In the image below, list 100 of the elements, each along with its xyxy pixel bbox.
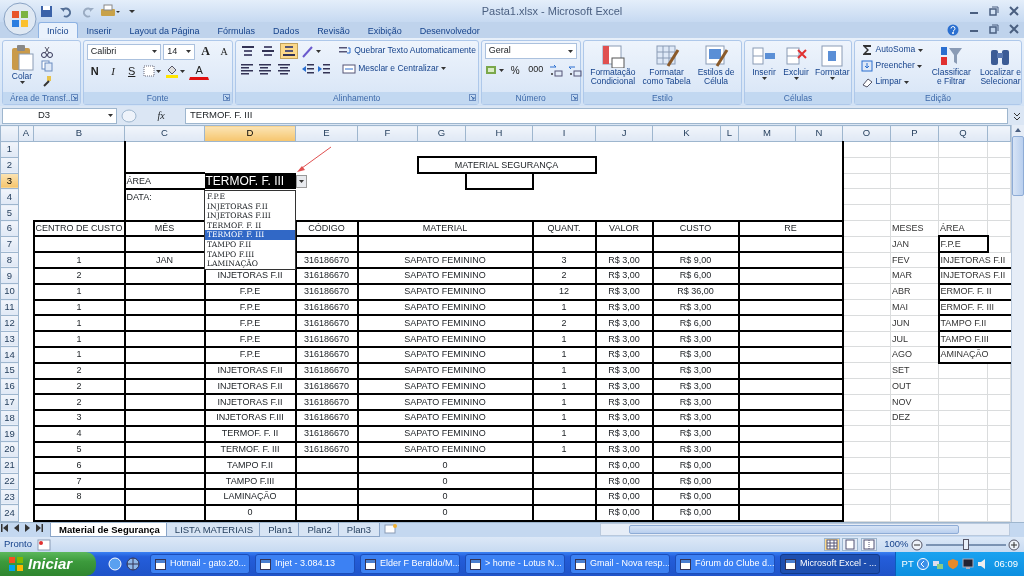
column-header[interactable]: B (33, 125, 125, 142)
taskbar-button[interactable]: Hotmail - gato.20... (150, 554, 250, 574)
expand-tray-icon[interactable] (916, 558, 929, 570)
column-header[interactable]: H (465, 125, 533, 142)
browser-icon[interactable] (108, 557, 122, 571)
column-header[interactable]: P (890, 125, 939, 142)
dropdown-button[interactable] (296, 175, 307, 188)
taskbar-button[interactable]: Gmail - Nova resp... (570, 554, 670, 574)
increase-decimal-icon[interactable] (548, 63, 565, 77)
brush-icon[interactable] (41, 74, 53, 87)
close-icon[interactable] (1009, 24, 1019, 34)
editing-button[interactable]: Limpar (858, 75, 926, 89)
column-header[interactable]: E (295, 125, 358, 142)
editing-menu-button[interactable]: Localizar e Selecionar (976, 43, 1024, 88)
borders-icon[interactable] (142, 64, 163, 78)
first-sheet-icon[interactable] (0, 523, 11, 535)
cells-button[interactable]: Formatar (812, 43, 853, 82)
currency-icon[interactable] (484, 63, 505, 77)
column-header[interactable]: M (738, 125, 796, 142)
macro-record-icon[interactable] (37, 538, 51, 551)
zoom-in-icon[interactable] (1008, 538, 1020, 551)
style-button[interactable]: Formatar como Tabela (639, 43, 694, 88)
taskbar-button[interactable]: Microsoft Excel - ... (780, 554, 880, 574)
increase-indent-icon[interactable] (317, 61, 332, 76)
vertical-scrollbar[interactable] (1011, 125, 1024, 522)
fill-color-icon[interactable] (164, 64, 187, 78)
restore-icon[interactable] (989, 24, 999, 34)
column-header[interactable]: N (795, 125, 843, 142)
cells-button[interactable]: Inserir (748, 43, 780, 82)
network-icon[interactable] (931, 558, 944, 570)
name-box[interactable]: D3 (2, 107, 117, 124)
style-button[interactable]: Formatação Condicional (587, 43, 639, 88)
column-header[interactable]: O (842, 125, 891, 142)
bold-button[interactable]: N (86, 62, 103, 80)
decrease-indent-icon[interactable] (300, 61, 315, 76)
cells-button[interactable]: Excluir (780, 43, 812, 82)
italic-button[interactable]: I (105, 62, 122, 80)
font-name-field[interactable]: Calibri (86, 43, 161, 60)
thousands-button[interactable]: 000 (525, 61, 546, 79)
ribbon-tab[interactable]: Exibição (358, 22, 411, 38)
view-button[interactable] (823, 538, 840, 551)
customize-icon[interactable] (129, 8, 135, 14)
view-button[interactable] (860, 538, 877, 551)
font-color-button[interactable]: A (189, 62, 210, 80)
scroll-thumb[interactable] (629, 525, 959, 534)
dialog-launcher-icon[interactable] (222, 94, 230, 101)
ribbon-tab[interactable]: Revisão (308, 22, 359, 38)
scroll-thumb[interactable] (1012, 136, 1024, 196)
last-sheet-icon[interactable] (33, 523, 44, 535)
help-icon[interactable] (947, 24, 959, 36)
column-header[interactable]: K (652, 125, 721, 142)
vertical-align-button[interactable] (279, 43, 298, 59)
taskbar-button[interactable]: > home - Lotus N... (465, 554, 565, 574)
start-button[interactable]: Iniciar (0, 552, 96, 576)
dialog-launcher-icon[interactable] (468, 94, 476, 101)
merge-center-button[interactable]: Mesclar e Centralizar (338, 61, 449, 76)
align-left-icon[interactable] (238, 61, 255, 76)
grow-font-button[interactable]: A (197, 43, 214, 60)
taskbar-button[interactable]: Elder F Beraldo/M... (360, 554, 460, 574)
ribbon-tab[interactable]: Layout da Página (120, 22, 209, 38)
shrink-font-button[interactable]: A (216, 43, 233, 60)
save-icon[interactable] (40, 4, 53, 18)
decrease-decimal-icon[interactable] (566, 63, 583, 77)
column-header[interactable]: D (204, 125, 296, 142)
dialog-launcher-icon[interactable] (570, 94, 578, 101)
underline-button[interactable]: S (123, 62, 140, 80)
column-header[interactable]: J (595, 125, 653, 142)
column-header[interactable]: F (357, 125, 418, 142)
restore-icon[interactable] (989, 6, 999, 16)
monitor-icon[interactable] (961, 558, 974, 570)
column-header[interactable]: Q (938, 125, 988, 142)
editing-menu-button[interactable]: Classificar e Filtrar (928, 43, 974, 88)
scissors-icon[interactable] (41, 45, 53, 58)
ribbon-tab[interactable]: Dados (264, 22, 309, 38)
ribbon-tab[interactable]: Fórmulas (208, 22, 265, 38)
printer-icon[interactable] (99, 4, 121, 18)
taskbar-button[interactable]: Fórum do Clube d... (675, 554, 775, 574)
column-header[interactable]: I (532, 125, 596, 142)
sheet-tab[interactable]: Material de Segurança (50, 523, 169, 537)
sheet-tab[interactable]: Plan2 (298, 523, 341, 537)
percent-button[interactable]: % (507, 61, 524, 79)
align-center-icon[interactable] (257, 61, 274, 76)
ribbon-tab[interactable]: Inserir (77, 22, 121, 38)
dialog-launcher-icon[interactable] (70, 94, 78, 101)
wrap-text-button[interactable]: Quebrar Texto Automaticamente (334, 44, 479, 58)
ribbon-tab[interactable]: Início (38, 22, 78, 38)
ribbon-tab[interactable]: Desenvolvedor (410, 22, 489, 38)
align-right-icon[interactable] (275, 61, 292, 76)
font-size-field[interactable]: 14 (163, 43, 196, 60)
column-header[interactable]: C (124, 125, 205, 142)
sheet-tab[interactable]: Plan3 (337, 523, 381, 537)
style-button[interactable]: Estilos de Célula (694, 43, 738, 88)
column-header[interactable]: G (417, 125, 466, 142)
close-icon[interactable] (1009, 6, 1019, 16)
globe-icon[interactable] (126, 557, 140, 571)
column-header[interactable]: A (18, 125, 34, 142)
function-label[interactable]: fx (141, 108, 181, 123)
zoom-out-icon[interactable] (911, 538, 923, 551)
taskbar-button[interactable]: Injet - 3.084.13 (255, 554, 355, 574)
formula-field[interactable]: TERMOF. F. III (185, 107, 1008, 124)
